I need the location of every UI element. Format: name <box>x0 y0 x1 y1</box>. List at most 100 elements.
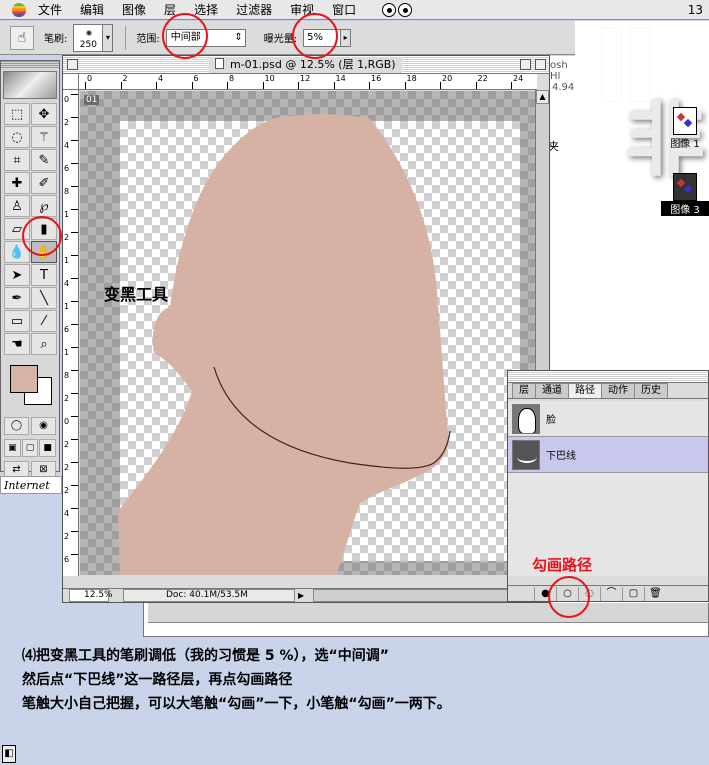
path-thumbnail <box>512 439 540 470</box>
ruler-tick: 1 <box>63 255 78 265</box>
ruler-tick: 2 <box>120 74 128 89</box>
zoom-tool-icon[interactable]: ⌕ <box>31 333 57 355</box>
status-menu-arrow-icon[interactable]: ▶ <box>298 590 310 601</box>
eraser-tool-icon[interactable]: ▱ <box>4 218 30 240</box>
paths-list: 脸 下巴线 <box>508 401 708 576</box>
desktop-icon-label: 图像 1 <box>670 139 700 150</box>
new-path-button-icon[interactable]: ▢ <box>622 586 644 601</box>
exposure-slider-arrow-icon[interactable]: ▸ <box>341 28 352 47</box>
range-select[interactable]: 中间部 <box>165 28 246 47</box>
hand-tool-icon[interactable]: ☚ <box>4 333 30 355</box>
path-name: 脸 <box>546 415 556 426</box>
notes-tool-icon[interactable]: ▭ <box>4 310 30 332</box>
path-row-chinline[interactable]: 下巴线 <box>508 437 708 473</box>
brush-tip-icon <box>86 29 93 36</box>
eye-left-icon <box>382 2 397 17</box>
horizontal-ruler[interactable]: 0 2 4 6 8 10 12 14 16 18 20 22 24 <box>79 74 537 90</box>
ruler-tick: 2 <box>63 439 78 449</box>
clone-stamp-tool-icon[interactable]: ♙ <box>4 195 30 217</box>
delete-path-button-icon[interactable]: 🗑 <box>644 586 666 601</box>
apple-menu-icon[interactable] <box>12 2 26 17</box>
move-tool-icon[interactable]: ✥ <box>31 103 57 125</box>
exposure-label: 曝光量: <box>263 34 298 45</box>
document-size-info[interactable]: Doc: 40.1M/53.5M <box>123 589 295 602</box>
menu-layer[interactable]: 层 <box>164 1 176 18</box>
marquee-tool-icon[interactable]: ⬚ <box>4 103 30 125</box>
desktop-icon-image3[interactable]: 图像 3 <box>661 173 709 216</box>
load-selection-button-icon[interactable]: ◌ <box>578 586 600 601</box>
horizontal-scrollbar[interactable] <box>313 589 533 602</box>
history-brush-tool-icon[interactable]: ℘ <box>31 195 57 217</box>
healing-tool-icon[interactable]: ✚ <box>4 172 30 194</box>
menu-view[interactable]: 审视 <box>290 1 314 18</box>
slice-tool-icon[interactable]: ✎ <box>31 149 57 171</box>
brush-picker[interactable]: 250 <box>73 23 104 52</box>
tab-paths[interactable]: 路径 <box>568 383 602 398</box>
quick-mask-mode-icon[interactable]: ◉ <box>31 417 56 435</box>
vertical-ruler[interactable]: 0 2 4 6 8 1 2 1 4 1 6 1 8 2 0 2 2 2 4 2 6 <box>63 90 79 576</box>
ruler-tick: 8 <box>63 186 78 196</box>
options-separator <box>125 25 127 50</box>
screen-mode-standard-icon[interactable]: ▣ <box>4 439 21 457</box>
internet-explorer-tab[interactable]: Internet <box>0 476 62 494</box>
background-window-frame <box>143 603 709 637</box>
scroll-up-icon[interactable]: ▲ <box>536 90 549 104</box>
screen-mode-full-menu-icon[interactable]: ▢ <box>21 439 39 457</box>
menu-file[interactable]: 文件 <box>38 1 62 18</box>
zoom-level-field[interactable]: 12.5% <box>69 589 113 602</box>
brush-dropdown-icon[interactable]: ▾ <box>103 23 114 52</box>
standard-mode-icon[interactable]: ◯ <box>4 417 29 435</box>
screen-mode-full-icon[interactable]: ■ <box>39 439 57 457</box>
finder-icon[interactable]: ◧ <box>2 745 16 763</box>
ruler-tick: 6 <box>63 554 78 564</box>
burn-tool-icon[interactable]: ✋ <box>31 241 57 263</box>
stroke-path-button-icon[interactable]: ○ <box>556 586 578 601</box>
layer-badge: 01 <box>84 95 100 105</box>
toolbox-titlebar[interactable] <box>1 61 59 69</box>
make-work-path-button-icon[interactable]: ⌒ <box>600 586 622 601</box>
tab-channels[interactable]: 通道 <box>535 383 569 398</box>
exposure-input[interactable]: 5% <box>303 28 342 47</box>
range-label: 范围: <box>136 34 160 45</box>
menu-filter[interactable]: 过滤器 <box>236 1 272 18</box>
blur-tool-icon[interactable]: 💧 <box>4 241 30 263</box>
burn-tool-preset-icon[interactable]: ☝ <box>10 25 34 50</box>
palette-button-bar: ● ○ ◌ ⌒ ▢ 🗑 <box>508 585 708 601</box>
desktop-icon-image1[interactable]: 图像 1 <box>661 107 709 150</box>
type-tool-icon[interactable]: T <box>31 264 57 286</box>
menu-image[interactable]: 图像 <box>122 1 146 18</box>
fill-path-button-icon[interactable]: ● <box>534 586 556 601</box>
magic-wand-tool-icon[interactable]: ⚚ <box>31 126 57 148</box>
palette-titlebar[interactable] <box>508 371 708 383</box>
tutorial-notes: ⑷把变黑工具的笔刷调低（我的习惯是 5 %），选“中间调” 然后点“下巴线”这一… <box>0 637 709 765</box>
ruler-origin[interactable] <box>63 74 79 90</box>
head-silhouette <box>118 114 449 575</box>
eyedropper-tool-icon[interactable]: ⁄ <box>31 310 57 332</box>
note-line-1: ⑷把变黑工具的笔刷调低（我的习惯是 5 %），选“中间调” <box>22 648 389 664</box>
toolbox-logo[interactable] <box>3 71 57 99</box>
close-box-icon[interactable] <box>67 59 78 70</box>
tab-actions[interactable]: 动作 <box>601 383 635 398</box>
menu-select[interactable]: 选择 <box>194 1 218 18</box>
menu-edit[interactable]: 编辑 <box>80 1 104 18</box>
tab-layers[interactable]: 层 <box>512 383 536 398</box>
gradient-tool-icon[interactable]: ▮ <box>31 218 57 240</box>
line-tool-icon[interactable]: ╲ <box>31 287 57 309</box>
document-titlebar[interactable]: m-01.psd @ 12.5% (层 1,RGB) <box>63 56 549 74</box>
canvas-area[interactable]: 01 变黑工具 <box>80 91 536 575</box>
note-line-3: 笔触大小自己把握，可以大笔触“勾画”一下，小笔触“勾画”一两下。 <box>22 696 451 712</box>
pen-tool-icon[interactable]: ✒ <box>4 287 30 309</box>
path-row-face[interactable]: 脸 <box>508 401 708 437</box>
path-selection-tool-icon[interactable]: ➤ <box>4 264 30 286</box>
crop-tool-icon[interactable]: ⌗ <box>4 149 30 171</box>
collapse-box-icon[interactable] <box>535 59 546 70</box>
menu-window[interactable]: 窗口 <box>332 1 356 18</box>
foreground-color-swatch[interactable] <box>10 365 38 393</box>
brush-tool-icon[interactable]: ✐ <box>31 172 57 194</box>
lasso-tool-icon[interactable]: ◌ <box>4 126 30 148</box>
document-statusbar: 12.5% Doc: 40.1M/53.5M ▶ <box>63 588 549 602</box>
zoom-box-icon[interactable] <box>520 59 531 70</box>
document-icon <box>215 58 224 69</box>
tab-history[interactable]: 历史 <box>634 383 668 398</box>
options-bar: ☝ 笔刷: 250 ▾ 范围: 中间部 曝光量: 5% ▸ <box>0 21 575 55</box>
